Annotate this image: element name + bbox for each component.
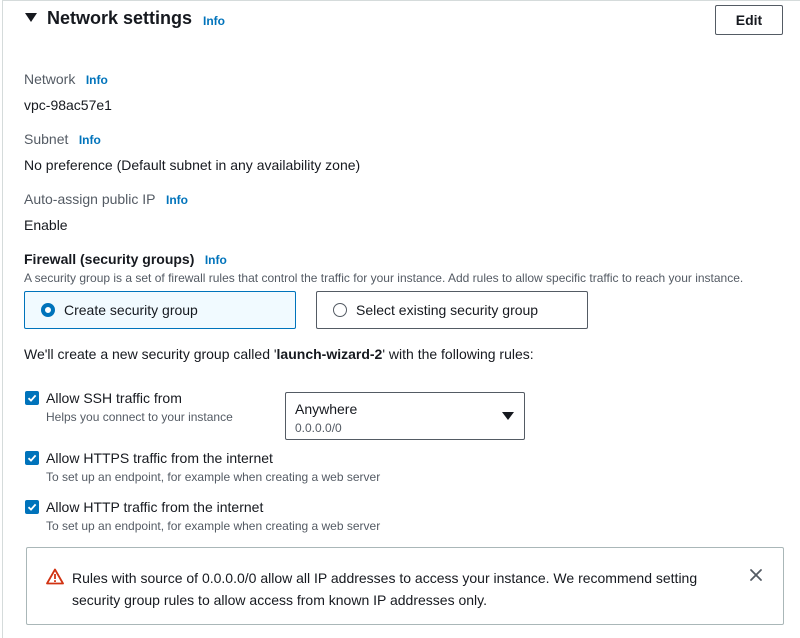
note-suffix: ' with the following rules: [382, 346, 534, 362]
https-rule-title: Allow HTTPS traffic from the internet [46, 450, 273, 466]
checkmark-icon [27, 503, 37, 511]
edit-button[interactable]: Edit [715, 5, 783, 35]
option-label: Select existing security group [356, 302, 539, 318]
public-ip-field: Auto-assign public IP Info [24, 191, 188, 209]
collapse-caret-icon[interactable] [25, 13, 37, 22]
checkmark-icon [27, 394, 37, 402]
firewall-info-link[interactable]: Info [205, 253, 227, 267]
firewall-title: Firewall (security groups) [24, 251, 195, 267]
select-desc: 0.0.0.0/0 [295, 421, 342, 435]
public-ip-value: Enable [24, 217, 68, 233]
http-rule-desc: To set up an endpoint, for example when … [46, 519, 381, 533]
create-security-group-option[interactable]: Create security group [24, 291, 296, 329]
alert-text: Rules with source of 0.0.0.0/0 allow all… [72, 570, 698, 608]
ssh-rule-desc: Helps you connect to your instance [46, 410, 233, 424]
select-value: Anywhere [295, 401, 358, 417]
option-label: Create security group [64, 302, 198, 318]
subnet-value: No preference (Default subnet in any ava… [24, 157, 361, 173]
network-label: Network [24, 71, 76, 87]
ssh-source-select[interactable]: Anywhere 0.0.0.0/0 [285, 392, 525, 440]
http-rule-title: Allow HTTP traffic from the internet [46, 499, 264, 515]
warning-icon [46, 568, 64, 585]
security-group-note: We'll create a new security group called… [24, 346, 534, 362]
https-rule-desc: To set up an endpoint, for example when … [46, 470, 381, 484]
security-group-name: launch-wizard-2 [276, 346, 383, 362]
ssh-rule-title: Allow SSH traffic from [46, 390, 182, 406]
close-icon[interactable] [749, 568, 763, 582]
public-ip-label: Auto-assign public IP [24, 191, 156, 207]
header-info-link[interactable]: Info [203, 14, 225, 28]
note-prefix: We'll create a new security group called… [24, 346, 277, 362]
ssh-checkbox[interactable] [25, 391, 39, 405]
radio-selected-icon[interactable] [41, 303, 55, 317]
subnet-info-link[interactable]: Info [79, 133, 101, 147]
network-field: Network Info [24, 71, 108, 89]
dropdown-caret-icon[interactable] [502, 412, 514, 420]
warning-alert: Rules with source of 0.0.0.0/0 allow all… [26, 547, 784, 625]
section-title: Network settings [47, 8, 193, 28]
subnet-field: Subnet Info [24, 131, 101, 149]
network-settings-panel: Network settings Info Edit Network Info … [2, 0, 800, 638]
select-existing-security-group-option[interactable]: Select existing security group [316, 291, 588, 329]
subnet-label: Subnet [24, 131, 69, 147]
network-info-link[interactable]: Info [86, 73, 108, 87]
http-checkbox[interactable] [25, 500, 39, 514]
firewall-description: A security group is a set of firewall ru… [24, 271, 744, 285]
public-ip-info-link[interactable]: Info [166, 193, 188, 207]
firewall-field: Firewall (security groups) Info [24, 251, 227, 269]
network-value: vpc-98ac57e1 [24, 97, 112, 113]
checkmark-icon [27, 454, 37, 462]
radio-unselected-icon[interactable] [333, 303, 347, 317]
https-checkbox[interactable] [25, 451, 39, 465]
